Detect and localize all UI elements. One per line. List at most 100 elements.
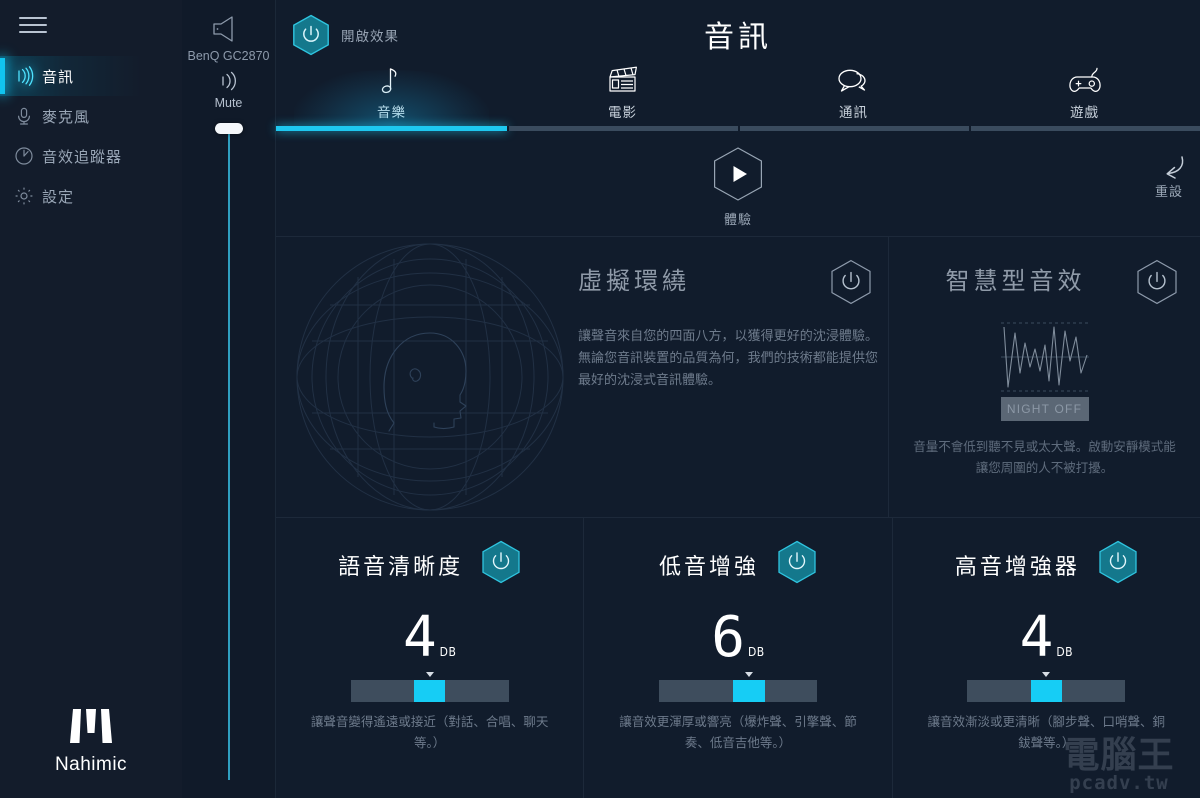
treble-boost-toggle[interactable]	[1098, 540, 1138, 589]
gamepad-icon	[1065, 62, 1105, 96]
card-value-number: 4	[402, 605, 437, 670]
microphone-icon	[13, 105, 35, 127]
night-mode-button[interactable]: NIGHT OFF	[1000, 397, 1089, 421]
smart-audio-panel: 智慧型音效 NIGHT OFF 音量不會低到聽不見或太大聲。啟動安靜模式能讓您周…	[889, 237, 1200, 517]
card-description: 讓音效更渾厚或響亮（爆炸聲、引擎聲、節奏、低音吉他等。）	[619, 715, 857, 750]
sidebar-nav: 音訊 麥克風 音效追蹤器 設定	[0, 56, 182, 216]
card-header: 低音增強	[584, 540, 891, 589]
mute-waves-icon[interactable]	[216, 70, 242, 97]
music-note-icon	[379, 62, 405, 96]
bass-boost-toggle[interactable]	[777, 540, 817, 589]
card-description: 讓音效漸淡或更清晰（腳步聲、口哨聲、銅鈸聲等。）	[927, 715, 1166, 750]
reset-button[interactable]: 重設	[1152, 154, 1186, 200]
sidebar: 音訊 麥克風 音效追蹤器 設定 Nahimic	[0, 0, 182, 798]
tab-underline	[276, 126, 507, 131]
card-description: 讓聲音變得遙遠或接近（對話、合唱、聊天等。）	[310, 715, 549, 750]
slider-tick	[1042, 672, 1051, 677]
card-treble-boost: 高音增強器 4 DB 讓音效漸淡或更清晰（腳步聲、口哨聲、銅鈸聲等。）	[891, 518, 1200, 798]
sidebar-item-microphone[interactable]: 麥克風	[0, 96, 182, 136]
brand-name: Nahimic	[54, 754, 128, 775]
speech-bubbles-icon	[835, 62, 873, 96]
reset-label: 重設	[1154, 184, 1183, 199]
virtual-surround-description: 讓聲音來自您的四面八方，以獲得更好的沈浸體驗。無論您音訊裝置的品質為何，我們的技…	[578, 328, 878, 387]
action-row: 體驗 重設	[276, 136, 1200, 236]
smart-audio-toggle[interactable]	[1136, 259, 1178, 310]
power-icon	[1099, 540, 1137, 584]
sidebar-item-label: 麥克風	[42, 108, 91, 126]
undo-arrow-icon	[1166, 156, 1184, 179]
volume-slider-handle[interactable]	[214, 123, 243, 134]
nahimic-app-window: 音訊 麥克風 音效追蹤器 設定 Nahimic BenQ GC2870 Mute…	[0, 0, 1200, 798]
mode-tabs: 音樂 電影 通訊 遊戲	[276, 57, 1200, 131]
demo-label: 體驗	[723, 212, 752, 227]
nahimic-mark-icon	[70, 709, 112, 743]
device-name: BenQ GC2870	[187, 49, 270, 63]
tab-movie[interactable]: 電影	[507, 57, 738, 131]
tab-communication[interactable]: 通訊	[738, 57, 969, 131]
sidebar-item-label: 音效追蹤器	[42, 148, 123, 166]
card-title: 高音增強器	[954, 553, 1080, 579]
card-value: 4 DB	[893, 610, 1200, 666]
virtual-surround-toggle[interactable]	[830, 259, 872, 310]
card-value-number: 6	[711, 605, 745, 670]
effect-cards: 語音清晰度 4 DB 讓聲音變得遙遠或接近（對話、合唱、聊天等。） 低音增強 6…	[276, 518, 1200, 798]
slider-fill	[1030, 680, 1063, 702]
gear-icon	[13, 185, 35, 207]
bass-boost-slider[interactable]	[658, 672, 817, 702]
smart-audio-description: 音量不會低到聽不見或太大聲。啟動安靜模式能讓您周圍的人不被打擾。	[913, 440, 1176, 475]
card-bass-boost: 低音增強 6 DB 讓音效更渾厚或響亮（爆炸聲、引擎聲、節奏、低音吉他等。）	[583, 518, 891, 798]
power-icon	[482, 540, 520, 584]
card-header: 高音增強器	[893, 540, 1200, 589]
clapperboard-icon	[606, 62, 640, 96]
tab-underline	[507, 126, 738, 131]
power-icon	[1137, 259, 1177, 305]
slider-tick	[745, 672, 754, 677]
mid-section: 虛擬環繞 讓聲音來自您的四面八方，以獲得更好的沈浸體驗。無論您音訊裝置的品質為何…	[276, 237, 1200, 517]
card-value-unit: DB	[747, 645, 765, 659]
tab-underline	[738, 126, 969, 131]
sound-tracker-icon	[13, 145, 35, 167]
card-value-number: 4	[1019, 605, 1054, 670]
slider-tick	[425, 672, 434, 677]
volume-slider-track[interactable]	[227, 130, 230, 780]
card-value-unit: DB	[439, 645, 457, 659]
card-title: 低音增強	[658, 553, 759, 579]
tab-game[interactable]: 遊戲	[969, 57, 1200, 131]
voice-clarity-slider[interactable]	[350, 672, 509, 702]
card-value-unit: DB	[1056, 645, 1074, 659]
surround-sphere-graphic	[294, 241, 566, 513]
smart-audio-waveform-graphic	[999, 321, 1091, 393]
demo-button[interactable]: 體驗	[712, 146, 764, 228]
virtual-surround-title: 虛擬環繞	[578, 268, 690, 295]
tab-music[interactable]: 音樂	[276, 57, 507, 131]
card-voice-clarity: 語音清晰度 4 DB 讓聲音變得遙遠或接近（對話、合唱、聊天等。）	[276, 518, 583, 798]
voice-clarity-toggle[interactable]	[481, 540, 521, 589]
sidebar-item-label: 設定	[42, 188, 75, 206]
play-icon	[713, 147, 763, 201]
card-value: 4 DB	[276, 610, 583, 666]
slider-fill	[733, 680, 765, 702]
sidebar-item-label: 音訊	[42, 68, 75, 86]
sidebar-item-sound-tracker[interactable]: 音效追蹤器	[0, 136, 182, 176]
tab-label: 音樂	[377, 105, 406, 120]
page-title: 音訊	[704, 21, 772, 54]
slider-fill	[413, 680, 446, 702]
tab-label: 遊戲	[1070, 105, 1099, 120]
sidebar-item-settings[interactable]: 設定	[0, 176, 182, 216]
main-content: 開啟效果 音訊 音樂 電影 通訊 遊戲 體驗 重設 虛擬環繞 讓聲音來自您的四面…	[276, 0, 1200, 798]
brand-logo: Nahimic	[0, 709, 182, 776]
treble-boost-slider[interactable]	[967, 672, 1126, 702]
mute-label: Mute	[214, 96, 243, 110]
virtual-surround-panel: 虛擬環繞 讓聲音來自您的四面八方，以獲得更好的沈浸體驗。無論您音訊裝置的品質為何…	[276, 237, 889, 517]
sound-waves-icon	[13, 65, 35, 87]
power-icon	[778, 540, 816, 584]
tab-label: 通訊	[839, 105, 868, 120]
sidebar-item-audio[interactable]: 音訊	[0, 56, 182, 96]
hamburger-icon[interactable]	[19, 17, 47, 35]
tab-label: 電影	[608, 105, 637, 120]
card-value: 6 DB	[584, 610, 891, 666]
speaker-icon[interactable]	[210, 14, 248, 49]
tab-underline	[969, 126, 1200, 131]
power-icon	[831, 259, 871, 305]
device-volume-column: BenQ GC2870 Mute	[182, 0, 276, 798]
